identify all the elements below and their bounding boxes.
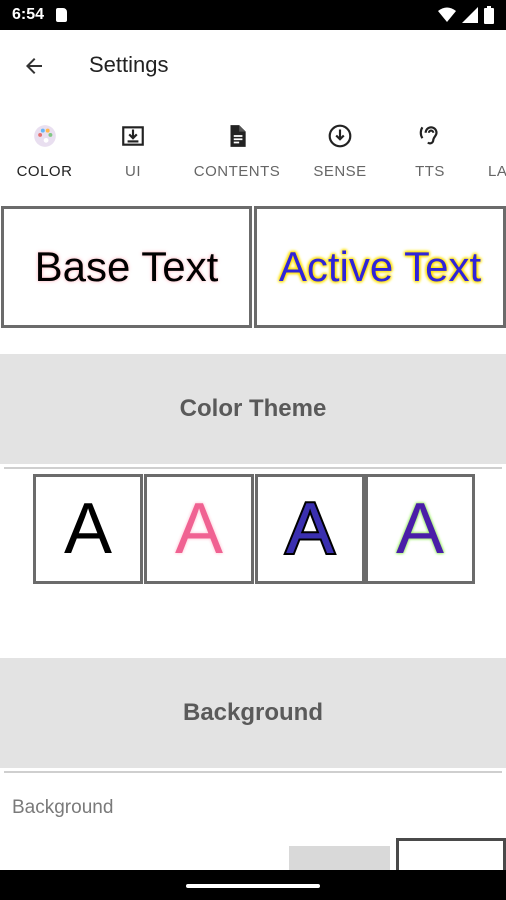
status-time: 6:54 (12, 6, 45, 23)
tab-sense[interactable]: SENSE (296, 102, 384, 206)
tab-label: LA (488, 163, 506, 180)
signal-icon (462, 7, 478, 23)
tab-color[interactable]: COLOR (0, 102, 89, 206)
theme-option-black[interactable]: A (33, 474, 143, 584)
status-bar: 6:54 (0, 0, 506, 30)
theme-letter: A (174, 489, 224, 569)
home-handle[interactable] (186, 884, 320, 888)
navigation-bar (0, 870, 506, 900)
tab-contents[interactable]: CONTENTS (186, 102, 288, 206)
active-text-preview[interactable]: Active Text (254, 206, 506, 328)
tab-ui[interactable]: UI (89, 102, 177, 206)
theme-option-purple-green[interactable]: A (365, 474, 475, 584)
theme-letter: A (284, 489, 336, 569)
download-box-icon (119, 122, 147, 150)
tab-language[interactable]: LA (476, 102, 506, 206)
active-text: Active Text (278, 243, 482, 290)
status-icons (438, 6, 494, 24)
divider (4, 467, 502, 469)
app-bar: Settings (0, 30, 506, 102)
tab-label: TTS (415, 163, 445, 180)
theme-letter: A (63, 489, 113, 569)
back-button[interactable] (16, 48, 52, 84)
base-text-preview[interactable]: Base Text (1, 206, 252, 328)
wifi-icon (438, 7, 456, 22)
background-label: Background (12, 797, 114, 818)
tab-label: SENSE (313, 163, 367, 180)
arrow-down-circle-icon (326, 122, 354, 150)
document-icon (223, 122, 251, 150)
arrow-back-icon (26, 58, 42, 74)
page-title: Settings (89, 52, 169, 77)
section-background: Background (0, 658, 506, 768)
settings-tabs: COLOR UI CONTENTS SENSE TTS LA (0, 102, 506, 206)
base-text: Base Text (34, 243, 219, 290)
palette-icon (31, 122, 59, 150)
tab-label: CONTENTS (193, 163, 281, 180)
hearing-icon (416, 122, 444, 150)
tab-label: COLOR (16, 163, 73, 180)
sim-card-icon (56, 8, 67, 22)
tab-tts[interactable]: TTS (386, 102, 474, 206)
theme-letter: A (395, 489, 445, 569)
section-color-theme: Color Theme (0, 354, 506, 464)
theme-option-pink[interactable]: A (144, 474, 254, 584)
divider (4, 771, 502, 773)
theme-option-navy[interactable]: A (255, 474, 365, 584)
battery-icon (484, 6, 494, 24)
tab-label: UI (125, 163, 141, 180)
